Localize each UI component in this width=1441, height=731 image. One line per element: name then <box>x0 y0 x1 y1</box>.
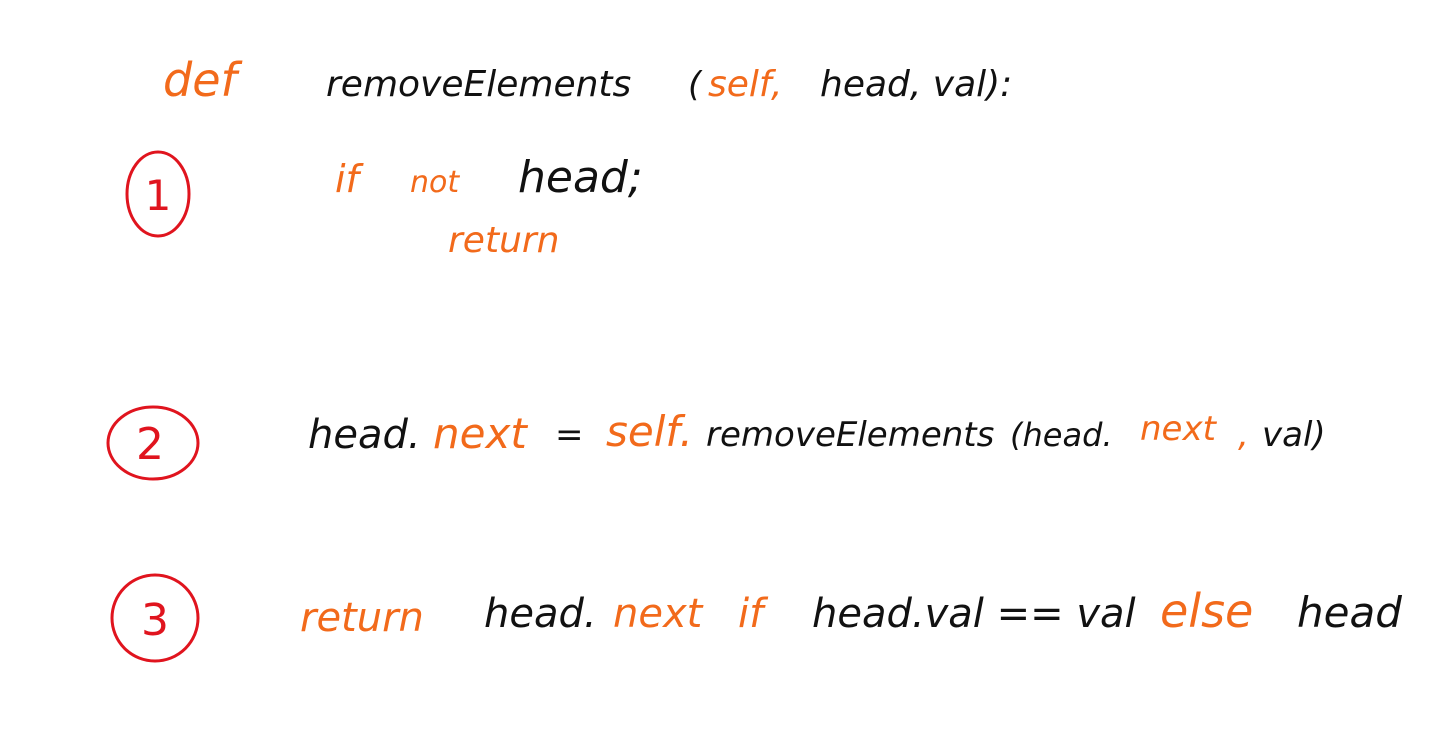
step-1-return-keyword: return <box>448 220 560 261</box>
step-2-call: removeElements <box>706 415 994 455</box>
step-3-else-keyword: else <box>1160 584 1253 638</box>
step-2-arg-comma: , <box>1238 415 1249 455</box>
step-2-next-attr: next <box>433 409 528 458</box>
step-1-marker: 1 <box>125 150 191 238</box>
step-2-arg-open: (head. <box>1010 416 1113 454</box>
step-2: 2 head. next = self. removeElements (hea… <box>106 405 1326 481</box>
step-2-target: head. <box>308 412 421 458</box>
step-3-return-keyword: return <box>300 595 424 641</box>
step-3-number: 3 <box>141 595 169 646</box>
step-2-arg-next: next <box>1140 409 1218 449</box>
step-3: 3 return head. next if head.val == val e… <box>110 573 1402 663</box>
step-2-marker: 2 <box>106 405 200 481</box>
step-3-if-keyword: if <box>738 591 769 637</box>
step-2-self: self. <box>606 407 693 456</box>
step-1-not-keyword: not <box>410 165 460 200</box>
def-keyword: def <box>163 53 243 107</box>
step-1-condition: head; <box>518 152 643 203</box>
step-3-condition: head.val == val <box>812 591 1136 637</box>
function-name: removeElements <box>326 64 631 105</box>
step-3-next-attr: next <box>613 591 704 637</box>
step-3-marker: 3 <box>110 573 200 663</box>
step-1: 1 if not head; return <box>125 150 643 261</box>
function-definition-line: def removeElements ( self, head, val): <box>163 53 1012 107</box>
params-rest: head, val): <box>820 64 1012 105</box>
param-self: self, <box>708 64 782 105</box>
step-1-if-keyword: if <box>335 157 365 201</box>
step-3-object: head. <box>484 591 597 637</box>
open-paren: ( <box>688 65 703 105</box>
handwritten-code-canvas: def removeElements ( self, head, val): 1… <box>106 53 1402 663</box>
step-3-fallback: head <box>1297 588 1402 637</box>
step-1-number: 1 <box>145 171 172 220</box>
step-2-arg-rest: val) <box>1262 415 1326 455</box>
step-2-number: 2 <box>136 419 164 470</box>
step-2-assign: = <box>555 415 584 455</box>
